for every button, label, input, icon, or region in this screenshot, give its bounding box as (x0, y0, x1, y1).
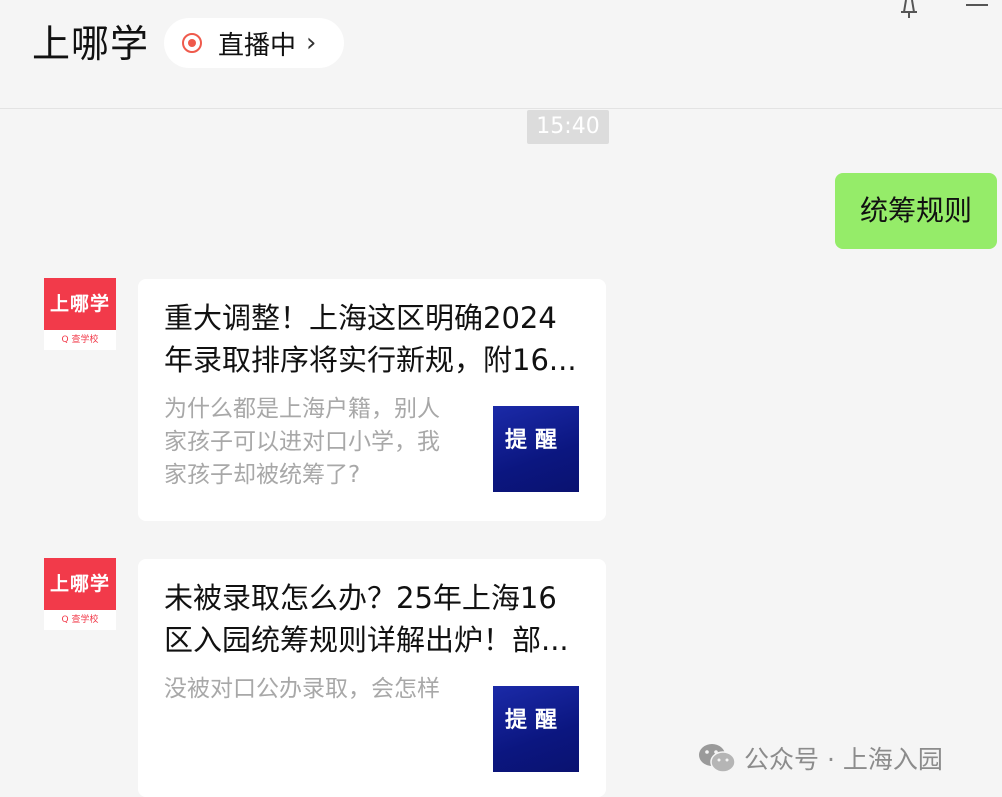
account-avatar[interactable]: 上哪学 Q 查学校 (44, 558, 116, 630)
article-description: 没被对口公办录取，会怎样 (164, 673, 474, 706)
live-status-button[interactable]: 直播中 › (164, 18, 344, 68)
article-title: 重大调整！上海这区明确2024 年录取排序将实行新规，附16... (164, 297, 588, 381)
article-thumbnail: 提醒 (493, 406, 579, 492)
avatar-sub-text: Q 查学校 (44, 330, 116, 350)
message-timestamp: 15:40 (527, 110, 609, 144)
article-title-line: 区入园统筹规则详解出炉！部... (164, 623, 569, 657)
article-thumbnail: 提醒 (493, 686, 579, 772)
article-desc-line: 家孩子可以进对口小学，我 (164, 429, 440, 455)
avatar-brand-text: 上哪学 (44, 278, 116, 330)
chat-header: 上哪学 直播中 › (0, 0, 1002, 109)
article-title-line: 年录取排序将实行新规，附16... (164, 343, 577, 377)
outgoing-message-bubble[interactable]: 统筹规则 (835, 173, 997, 249)
avatar-brand-text: 上哪学 (44, 558, 116, 610)
avatar-sub-text: Q 查学校 (44, 610, 116, 630)
minimize-icon[interactable] (966, 4, 988, 6)
article-description: 为什么都是上海户籍，别人 家孩子可以进对口小学，我 家孩子却被统筹了? (164, 393, 474, 492)
article-card[interactable]: 未被录取怎么办？25年上海16 区入园统筹规则详解出炉！部... 没被对口公办录… (138, 559, 606, 797)
watermark-text: 公众号 · 上海入园 (744, 745, 943, 774)
article-desc-line: 家孩子却被统筹了? (164, 462, 361, 488)
chevron-right-icon: › (306, 28, 317, 58)
pin-icon[interactable] (896, 0, 922, 18)
article-title-line: 未被录取怎么办？25年上海16 (164, 581, 557, 615)
account-avatar[interactable]: 上哪学 Q 查学校 (44, 278, 116, 350)
wechat-icon (699, 744, 736, 773)
article-title: 未被录取怎么办？25年上海16 区入园统筹规则详解出炉！部... (164, 577, 588, 661)
article-desc-line: 为什么都是上海户籍，别人 (164, 396, 440, 422)
chat-title: 上哪学 (32, 22, 150, 66)
watermark: 公众号 · 上海入园 (698, 738, 943, 778)
article-desc-line: 没被对口公办录取，会怎样 (164, 676, 440, 702)
live-dot-icon (182, 33, 202, 53)
live-status-label: 直播中 (218, 30, 297, 61)
article-title-line: 重大调整！上海这区明确2024 (164, 301, 557, 335)
article-card[interactable]: 重大调整！上海这区明确2024 年录取排序将实行新规，附16... 为什么都是上… (138, 279, 606, 521)
